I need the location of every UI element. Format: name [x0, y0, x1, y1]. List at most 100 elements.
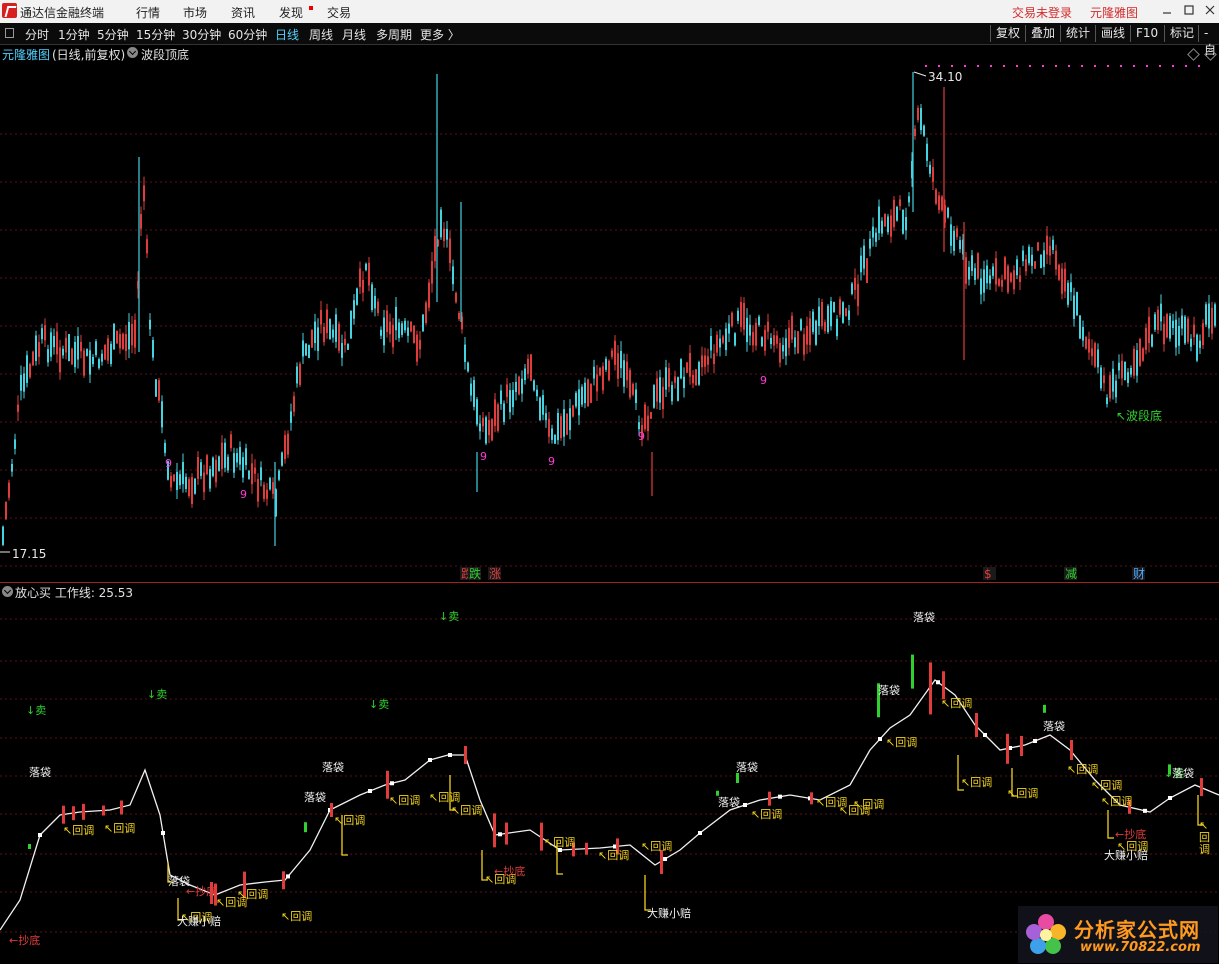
candle-body — [38, 342, 40, 357]
candle-body — [914, 128, 916, 136]
candle-body — [818, 306, 820, 327]
candle-body — [758, 316, 760, 326]
candle-body — [803, 334, 805, 355]
candle-body — [329, 319, 331, 340]
candle-body — [788, 327, 790, 348]
candle-body — [623, 360, 625, 387]
panel-toggle-icon[interactable] — [5, 28, 14, 38]
nine-marker: 9 — [165, 457, 172, 470]
period-info: (日线,前复权) — [52, 48, 126, 62]
panel-divider[interactable] — [0, 582, 1219, 583]
maximize-icon[interactable] — [1182, 3, 1196, 17]
candle-body — [1079, 315, 1081, 339]
candle-body — [863, 245, 865, 269]
candle-body — [281, 452, 283, 466]
candle-body — [23, 373, 25, 392]
signal-label-pullback: ↖回调 — [941, 697, 973, 710]
menu-item-quotes[interactable]: 行情 — [136, 4, 160, 21]
menu-item-news[interactable]: 资讯 — [231, 4, 255, 21]
candle-body — [938, 195, 940, 210]
candle-body — [902, 209, 904, 234]
candle-body — [509, 390, 511, 413]
candle-body — [62, 348, 64, 356]
candle-body — [764, 330, 766, 351]
f10-button[interactable]: F10 — [1130, 25, 1163, 42]
candle-body — [395, 306, 397, 331]
signal-label-pocket: 落袋 — [736, 761, 758, 774]
candle-body — [596, 374, 598, 392]
candle-body — [722, 336, 724, 343]
menu-item-discover[interactable]: 发现 — [279, 4, 303, 21]
tab-monthly[interactable]: 月线 — [342, 26, 366, 43]
tab-30min[interactable]: 30分钟 — [182, 26, 221, 43]
tab-weekly[interactable]: 周线 — [309, 26, 333, 43]
minimize-icon[interactable] — [1160, 3, 1174, 17]
tab-60min[interactable]: 60分钟 — [228, 26, 267, 43]
draw-button[interactable]: 画线 — [1095, 25, 1130, 42]
line-node — [390, 781, 394, 786]
signal-label-big-win: 大赚小赔 — [647, 907, 691, 920]
tab-daily[interactable]: 日线 — [275, 26, 299, 43]
custom-button[interactable]: -自 — [1198, 25, 1219, 57]
candle-body — [287, 433, 289, 455]
menu-item-trade[interactable]: 交易 — [327, 4, 351, 21]
sub-indicator-dropdown-icon[interactable] — [2, 586, 13, 597]
candle-body — [845, 308, 847, 317]
candle-body — [1061, 268, 1063, 294]
signal-label-pocket: 落袋 — [718, 796, 740, 809]
candle-body — [1094, 343, 1096, 367]
signal-bar — [585, 842, 588, 855]
signal-label-pullback: ↖回调 — [886, 736, 918, 749]
tab-intraday[interactable]: 分时 — [25, 26, 49, 43]
indicator-dropdown-icon[interactable] — [127, 47, 138, 58]
tab-1min[interactable]: 1分钟 — [58, 26, 90, 43]
overlay-button[interactable]: 叠加 — [1025, 25, 1060, 42]
candle-body — [950, 224, 952, 246]
tab-more[interactable]: 更多 〉 — [420, 26, 460, 43]
app-title: 通达信金融终端 — [20, 6, 105, 20]
candle-body — [218, 456, 220, 471]
login-status-link[interactable]: 交易未登录 — [1012, 4, 1072, 21]
candle-body — [734, 333, 736, 346]
tab-15min[interactable]: 15分钟 — [136, 26, 175, 43]
tab-multi-period[interactable]: 多周期 — [376, 26, 412, 43]
indicator-name-link[interactable]: 元隆雅图 — [1090, 4, 1138, 21]
line-node — [1168, 796, 1172, 800]
candlestick-chart[interactable]: 34.1017.15↖波段底999 999跌跌涨 $ 减财 — [0, 62, 1219, 582]
candle-body — [482, 417, 484, 427]
candle-body — [1040, 254, 1042, 268]
adjust-button[interactable]: 复权 — [990, 25, 1025, 42]
candle-body — [488, 420, 490, 436]
candle-body — [35, 335, 37, 361]
candle-body — [197, 457, 199, 479]
signal-label-pullback: ↖回调 — [104, 822, 136, 835]
signal-label-pocket: 落袋 — [322, 761, 344, 774]
candle-body — [716, 334, 718, 353]
candle-body — [416, 334, 418, 362]
signal-label-pocket: 落袋 — [1172, 767, 1194, 780]
tab-5min[interactable]: 5分钟 — [97, 26, 129, 43]
indicator-name[interactable]: 波段顶底 — [141, 46, 189, 63]
candle-body — [905, 216, 907, 231]
menu-item-market[interactable]: 市场 — [183, 4, 207, 21]
main-panel-header: 元隆雅图 (日线,前复权) 波段顶底 — [0, 45, 1219, 63]
mark-button[interactable]: 标记 — [1164, 25, 1199, 42]
candle-body — [683, 376, 685, 389]
candle-body — [890, 215, 892, 237]
candle-body — [164, 442, 166, 453]
candle-body — [659, 377, 661, 403]
candle-body — [293, 396, 295, 412]
signal-label-pocket: 落袋 — [29, 766, 51, 779]
candle-body — [173, 474, 175, 482]
top-dot — [1172, 65, 1174, 67]
signal-bar — [1070, 740, 1073, 760]
stock-name[interactable]: 元隆雅图 — [2, 46, 50, 63]
candle-body — [644, 404, 646, 430]
candle-body — [1145, 327, 1147, 350]
candle-body — [290, 411, 292, 423]
signal-bar — [464, 746, 467, 764]
signal-bar — [942, 671, 945, 700]
close-icon[interactable] — [1203, 3, 1217, 17]
candle-body — [590, 383, 592, 403]
stats-button[interactable]: 统计 — [1060, 25, 1095, 42]
